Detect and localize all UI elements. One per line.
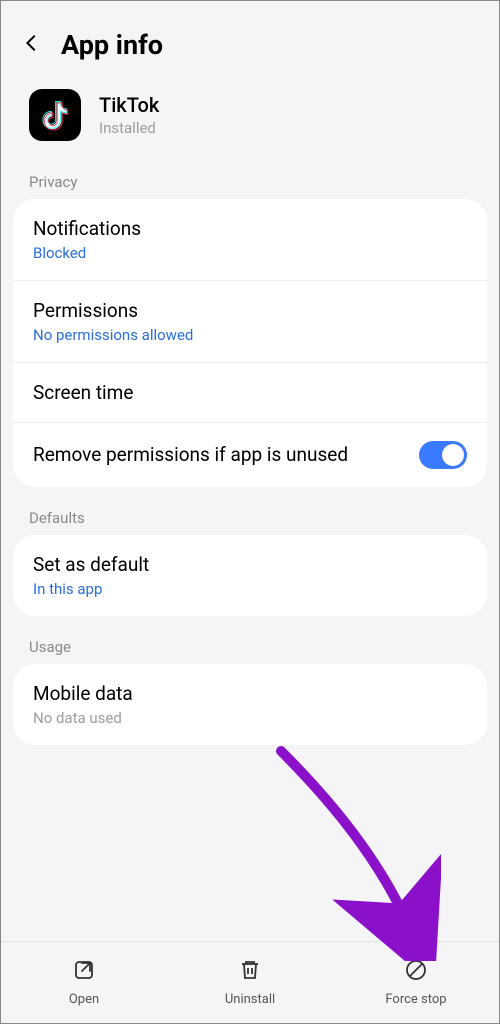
page-title: App info <box>61 29 163 61</box>
force-stop-button[interactable]: Force stop <box>333 942 499 1023</box>
row-sub: In this app <box>33 580 467 598</box>
usage-card: Mobile data No data used <box>13 664 487 745</box>
set-default-row[interactable]: Set as default In this app <box>13 535 487 616</box>
row-sub: No data used <box>33 709 467 727</box>
trash-icon <box>238 958 262 986</box>
row-title: Set as default <box>33 553 467 576</box>
open-icon <box>72 958 96 986</box>
screen-time-row[interactable]: Screen time <box>13 362 487 422</box>
row-sub: No permissions allowed <box>33 326 467 344</box>
open-label: Open <box>69 992 99 1007</box>
uninstall-label: Uninstall <box>225 992 275 1007</box>
section-label-usage: Usage <box>1 616 499 664</box>
remove-permissions-row[interactable]: Remove permissions if app is unused <box>13 422 487 487</box>
row-title: Notifications <box>33 217 467 240</box>
bottom-bar: Open Uninstall Force stop <box>1 941 499 1023</box>
tiktok-icon <box>29 89 81 141</box>
remove-permissions-toggle[interactable] <box>419 441 467 469</box>
app-status: Installed <box>99 119 159 137</box>
row-title: Screen time <box>33 381 467 404</box>
mobile-data-row[interactable]: Mobile data No data used <box>13 664 487 745</box>
notifications-row[interactable]: Notifications Blocked <box>13 199 487 280</box>
permissions-row[interactable]: Permissions No permissions allowed <box>13 280 487 362</box>
privacy-card: Notifications Blocked Permissions No per… <box>13 199 487 487</box>
open-button[interactable]: Open <box>1 942 167 1023</box>
section-label-privacy: Privacy <box>1 163 499 199</box>
row-title: Remove permissions if app is unused <box>33 442 405 468</box>
uninstall-button[interactable]: Uninstall <box>167 942 333 1023</box>
annotation-arrow <box>261 741 441 961</box>
row-title: Permissions <box>33 299 467 322</box>
app-name: TikTok <box>99 93 159 117</box>
section-label-defaults: Defaults <box>1 487 499 535</box>
app-summary: TikTok Installed <box>1 79 499 163</box>
header: App info <box>1 1 499 79</box>
back-icon[interactable] <box>21 32 43 58</box>
defaults-card: Set as default In this app <box>13 535 487 616</box>
row-sub: Blocked <box>33 244 467 262</box>
row-title: Mobile data <box>33 682 467 705</box>
force-stop-label: Force stop <box>385 992 446 1007</box>
stop-icon <box>404 958 428 986</box>
